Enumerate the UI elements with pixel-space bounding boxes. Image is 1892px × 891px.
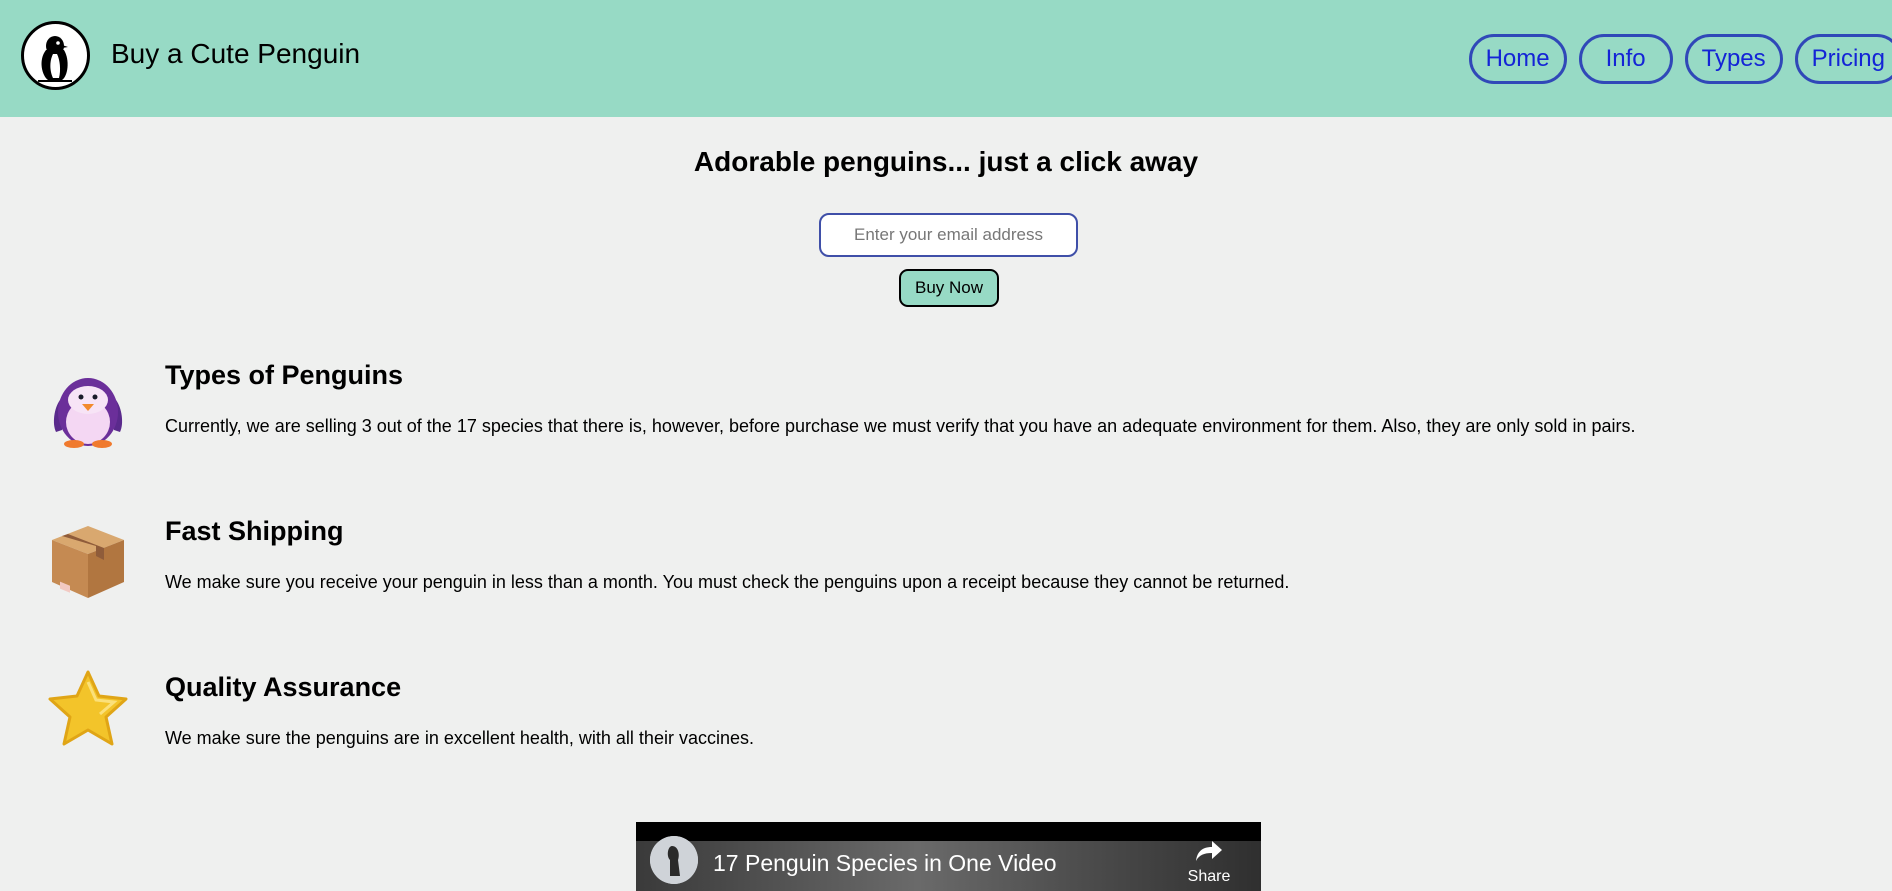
video-embed[interactable]: 17 Penguin Species in One Video Share	[636, 822, 1261, 891]
share-label: Share	[1187, 868, 1231, 885]
video-title[interactable]: 17 Penguin Species in One Video	[713, 850, 1057, 877]
buy-now-button[interactable]: Buy Now	[899, 269, 999, 307]
feature-text: We make sure you receive your penguin in…	[165, 572, 1290, 592]
email-input[interactable]	[819, 213, 1078, 257]
brand-title: Buy a Cute Penguin	[111, 38, 361, 69]
nav-types[interactable]: Types	[1684, 34, 1783, 84]
feature-title: Types of Penguins	[165, 360, 404, 390]
share-icon	[1196, 841, 1222, 861]
hero-title: Adorable penguins... just a click away	[693, 146, 1199, 177]
channel-avatar[interactable]	[650, 836, 698, 884]
share-button[interactable]: Share	[1179, 839, 1239, 886]
penguin-logo-icon[interactable]	[21, 21, 90, 90]
site-header: Buy a Cute Penguin Home Info Types Prici…	[0, 0, 1892, 117]
nav-pricing[interactable]: Pricing	[1794, 34, 1892, 84]
feature-text: We make sure the penguins are in excelle…	[165, 728, 754, 748]
penguin-icon	[53, 378, 123, 448]
main-nav: Home Info Types Pricing	[1468, 34, 1892, 84]
box-icon	[52, 526, 124, 598]
nav-info[interactable]: Info	[1578, 34, 1673, 84]
nav-home[interactable]: Home	[1468, 34, 1567, 84]
star-icon	[48, 670, 128, 746]
feature-text: Currently, we are selling 3 out of the 1…	[165, 416, 1636, 436]
feature-title: Fast Shipping	[165, 516, 344, 546]
feature-title: Quality Assurance	[165, 672, 402, 702]
